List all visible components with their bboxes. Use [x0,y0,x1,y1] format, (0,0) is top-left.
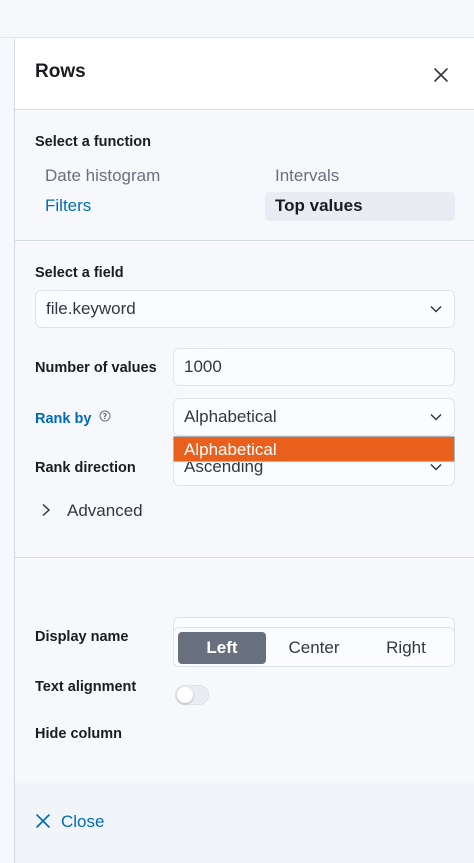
function-option-top-values[interactable]: Top values [275,196,363,216]
function-section: Select a function Date histogram Interva… [15,111,474,241]
alignment-center-button[interactable]: Center [270,632,358,664]
display-name-label: Display name [35,629,129,645]
function-option-intervals[interactable]: Intervals [275,166,339,186]
svg-text:?: ? [103,412,108,421]
hide-column-toggle[interactable] [175,685,209,705]
number-of-values-label: Number of values [35,360,157,376]
help-icon[interactable]: ? [99,410,111,422]
text-alignment-label: Text alignment [35,679,137,695]
rank-by-label: Rank by ? [35,410,111,427]
chevron-right-icon [42,503,51,517]
function-option-date-histogram[interactable]: Date histogram [45,166,160,186]
advanced-label: Advanced [67,501,143,520]
advanced-toggle[interactable]: Advanced [41,501,143,521]
select-function-label: Select a function [35,134,152,150]
text-alignment-button-group: Left Center Right [173,627,455,667]
function-option-filters[interactable]: Filters [45,196,91,216]
hide-column-label: Hide column [35,726,123,742]
rows-flyout-panel: Rows Select a function Date histogram In… [14,39,474,863]
rank-by-select[interactable]: Alphabetical [173,398,455,436]
field-select[interactable]: file.keyword [35,290,455,328]
display-section: Display name Top 1000 files Text alignme… [15,559,474,783]
alignment-left-button[interactable]: Left [178,632,266,664]
field-select-value: file.keyword [46,299,136,318]
close-button-label: Close [61,812,105,831]
toggle-knob [177,687,193,703]
flyout-footer: Close [15,783,474,863]
flyout-title: Rows [35,61,86,82]
number-of-values-input[interactable]: 1000 [173,348,455,386]
alignment-right-button[interactable]: Right [362,632,450,664]
close-button[interactable]: Close [35,812,104,832]
rank-by-dropdown-option[interactable]: Alphabetical [173,436,455,462]
top-strip [0,0,474,38]
chevron-down-icon [430,463,442,471]
rank-by-label-text: Rank by [35,411,92,427]
chevron-down-icon [430,305,442,313]
rank-direction-label: Rank direction [35,460,136,476]
rank-by-select-value: Alphabetical [184,407,277,426]
field-section: Select a field file.keyword Number of va… [15,242,474,558]
close-icon[interactable] [429,63,453,87]
flyout-header: Rows [15,39,474,110]
cross-icon [36,814,50,828]
select-field-label: Select a field [35,265,124,281]
chevron-down-icon [430,413,442,421]
